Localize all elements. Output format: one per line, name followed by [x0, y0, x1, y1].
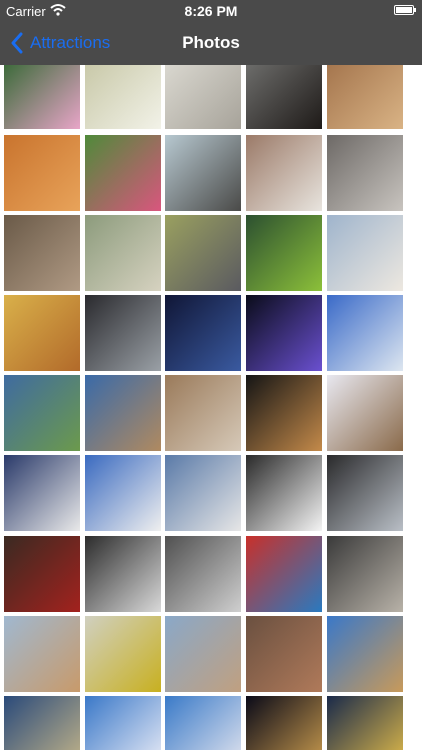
top-bar: Carrier 8:26 PM Attractions Photos: [0, 0, 422, 65]
photo-thumbnail[interactable]: [246, 135, 322, 211]
battery-icon: [394, 5, 416, 15]
photo-thumbnail[interactable]: [327, 135, 403, 211]
photo-thumbnail[interactable]: [85, 375, 161, 451]
photo-thumbnail[interactable]: [4, 616, 80, 692]
photo-thumbnail[interactable]: [165, 215, 241, 291]
photo-thumbnail[interactable]: [246, 455, 322, 531]
photo-thumbnail[interactable]: [246, 215, 322, 291]
photo-thumbnail[interactable]: [327, 295, 403, 371]
photo-thumbnail[interactable]: [85, 295, 161, 371]
photo-thumbnail[interactable]: [85, 215, 161, 291]
navigation-bar: Attractions Photos: [0, 22, 422, 65]
photo-thumbnail[interactable]: [327, 696, 403, 750]
photo-thumbnail[interactable]: [246, 536, 322, 612]
photo-grid: [0, 65, 422, 750]
photo-thumbnail[interactable]: [327, 65, 403, 129]
photo-thumbnail[interactable]: [165, 696, 241, 750]
photo-thumbnail[interactable]: [4, 696, 80, 750]
photo-thumbnail[interactable]: [4, 375, 80, 451]
photo-thumbnail[interactable]: [246, 65, 322, 129]
page-title: Photos: [182, 33, 240, 52]
photo-thumbnail[interactable]: [246, 375, 322, 451]
photo-thumbnail[interactable]: [4, 295, 80, 371]
photo-thumbnail[interactable]: [165, 135, 241, 211]
photo-thumbnail[interactable]: [85, 696, 161, 750]
photo-thumbnail[interactable]: [327, 536, 403, 612]
photo-thumbnail[interactable]: [165, 455, 241, 531]
battery-nub: [414, 8, 416, 12]
photo-thumbnail[interactable]: [165, 536, 241, 612]
photo-thumbnail[interactable]: [246, 295, 322, 371]
photo-thumbnail[interactable]: [327, 616, 403, 692]
battery-fill: [396, 7, 412, 13]
photo-thumbnail[interactable]: [327, 455, 403, 531]
photo-thumbnail[interactable]: [85, 65, 161, 129]
photo-thumbnail[interactable]: [85, 616, 161, 692]
photo-thumbnail[interactable]: [165, 616, 241, 692]
photo-thumbnail[interactable]: [165, 295, 241, 371]
photo-thumbnail[interactable]: [165, 375, 241, 451]
status-time: 8:26 PM: [184, 3, 238, 19]
photo-thumbnail[interactable]: [327, 215, 403, 291]
photo-thumbnail[interactable]: [4, 215, 80, 291]
photo-thumbnail[interactable]: [4, 65, 80, 129]
photo-thumbnail[interactable]: [85, 455, 161, 531]
status-bar: Carrier 8:26 PM: [0, 0, 422, 22]
photo-thumbnail[interactable]: [246, 696, 322, 750]
photo-thumbnail[interactable]: [85, 536, 161, 612]
photo-thumbnail[interactable]: [4, 135, 80, 211]
photo-thumbnail[interactable]: [4, 536, 80, 612]
photo-thumbnail[interactable]: [85, 135, 161, 211]
photo-thumbnail[interactable]: [246, 616, 322, 692]
photo-thumbnail[interactable]: [4, 455, 80, 531]
photo-thumbnail[interactable]: [327, 375, 403, 451]
photo-thumbnail[interactable]: [165, 65, 241, 129]
